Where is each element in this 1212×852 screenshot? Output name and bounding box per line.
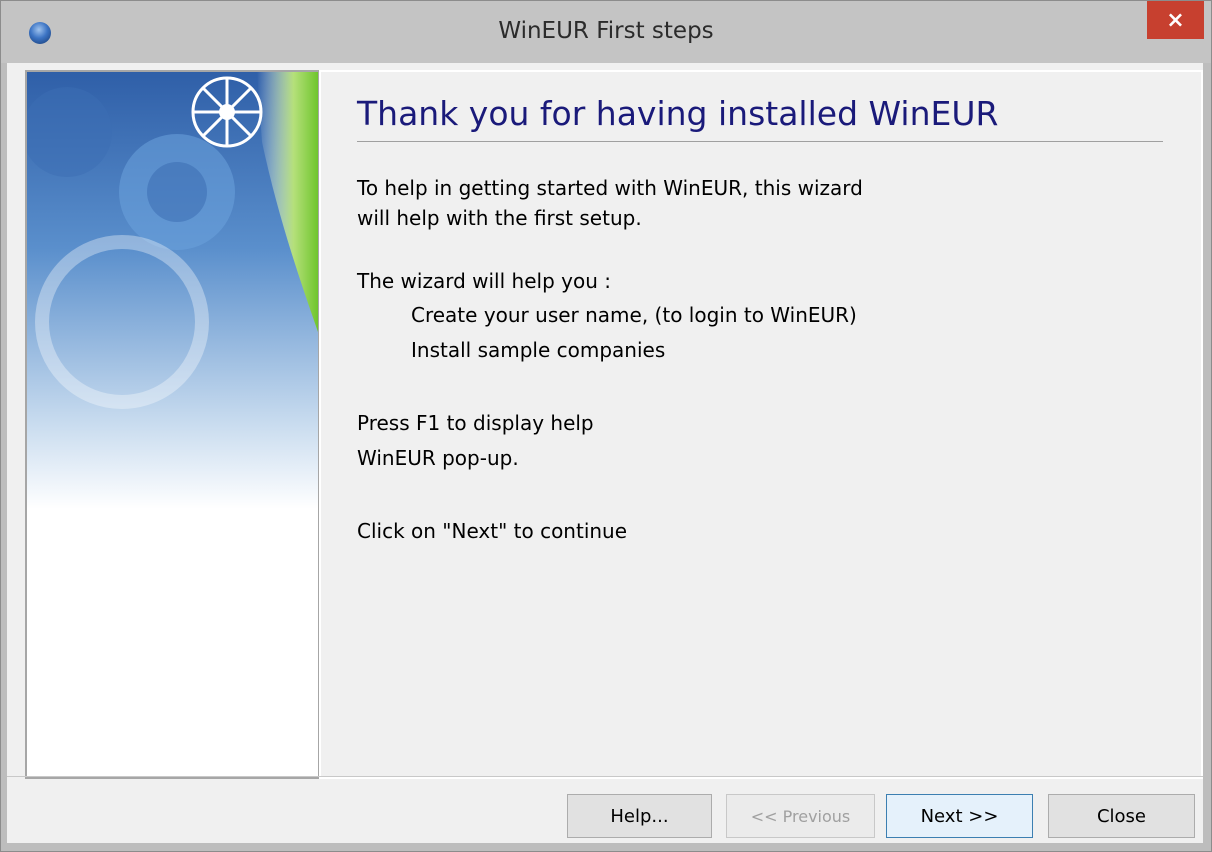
- page-title: Thank you for having installed WinEUR: [357, 94, 999, 133]
- close-window-button[interactable]: ×: [1147, 1, 1204, 39]
- help-hint-line-1: Press F1 to display help: [357, 411, 594, 435]
- intro-line-1: To help in getting started with WinEUR, …: [357, 176, 863, 200]
- wizard-window: WinEUR First steps × Thank you for havin…: [0, 0, 1212, 852]
- gears-banner-image: [27, 72, 318, 777]
- wizard-steps-heading: The wizard will help you :: [357, 269, 611, 293]
- continue-instruction: Click on "Next" to continue: [357, 519, 628, 543]
- intro-line-2: will help with the first setup.: [357, 206, 642, 230]
- title-bar[interactable]: WinEUR First steps ×: [1, 1, 1211, 63]
- help-button[interactable]: Help...: [567, 794, 712, 838]
- window-title: WinEUR First steps: [498, 18, 714, 44]
- wizard-client-area: Thank you for having installed WinEUR To…: [7, 63, 1203, 843]
- wizard-step-2: Install sample companies: [411, 338, 666, 362]
- wizard-step-1: Create your user name, (to login to WinE…: [411, 303, 857, 327]
- next-button[interactable]: Next >>: [886, 794, 1033, 838]
- help-hint-line-2: WinEUR pop-up.: [357, 446, 519, 470]
- button-bar-divider: [7, 776, 1203, 777]
- side-banner: [25, 70, 320, 779]
- close-icon: ×: [1166, 7, 1185, 33]
- title-divider: [357, 141, 1163, 142]
- content-panel: Thank you for having installed WinEUR To…: [319, 70, 1203, 779]
- close-button[interactable]: Close: [1048, 794, 1195, 838]
- previous-button[interactable]: << Previous: [726, 794, 875, 838]
